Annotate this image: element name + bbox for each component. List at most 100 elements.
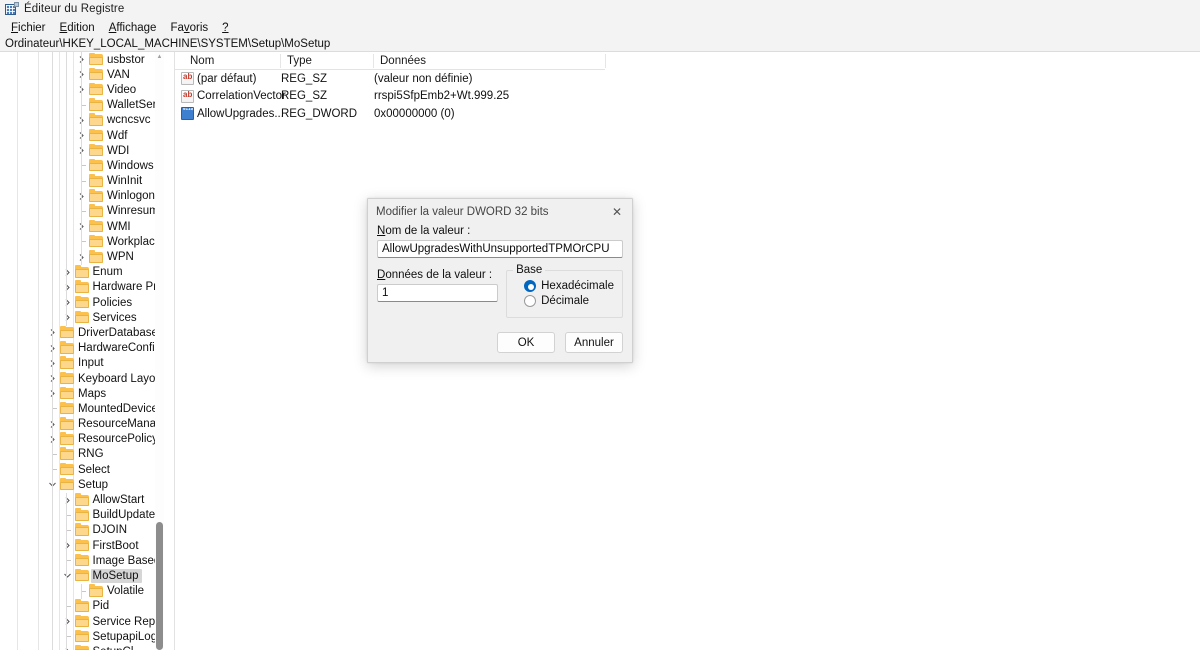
tree-node-hardware-profiles[interactable]: Hardware Profiles xyxy=(0,280,163,295)
tree-node-enum[interactable]: Enum xyxy=(0,265,163,280)
tree-node-resourcemanager[interactable]: ResourceManager xyxy=(0,417,163,432)
ok-button[interactable]: OK xyxy=(497,332,555,353)
tree-node-label: Winlogon xyxy=(107,190,155,203)
tree-node-services[interactable]: Services xyxy=(0,310,163,325)
chevron-right-icon[interactable] xyxy=(76,82,87,97)
tree-node-allowstart[interactable]: AllowStart xyxy=(0,492,163,507)
tree-node-setup[interactable]: Setup xyxy=(0,477,163,492)
chevron-down-icon[interactable] xyxy=(47,477,58,492)
cancel-button[interactable]: Annuler xyxy=(565,332,623,353)
chevron-right-icon[interactable] xyxy=(47,325,58,340)
tree-node-volatile[interactable]: Volatile xyxy=(0,584,163,599)
chevron-right-icon[interactable] xyxy=(76,52,87,67)
tree-node-keyboard-layout[interactable]: Keyboard Layout xyxy=(0,371,163,386)
chevron-right-icon[interactable] xyxy=(47,386,58,401)
chevron-right-icon[interactable] xyxy=(47,356,58,371)
tree-node-van[interactable]: VAN xyxy=(0,67,163,82)
tree-node-wcncsvc[interactable]: wcncsvc xyxy=(0,113,163,128)
scrollbar-thumb[interactable] xyxy=(156,522,163,650)
tree-node-service-reporting[interactable]: Service Reporting xyxy=(0,614,163,629)
chevron-right-icon[interactable] xyxy=(62,538,73,553)
tree-node-wininit[interactable]: WinInit xyxy=(0,174,163,189)
chevron-right-icon[interactable] xyxy=(76,219,87,234)
tree-node-windows[interactable]: Windows xyxy=(0,158,163,173)
chevron-right-icon[interactable] xyxy=(62,295,73,310)
folder-icon xyxy=(74,493,89,506)
chevron-right-icon[interactable] xyxy=(76,67,87,82)
chevron-right-icon[interactable] xyxy=(62,265,73,280)
tree-node-select[interactable]: Select xyxy=(0,462,163,477)
tree-node-label: Policies xyxy=(92,296,133,309)
tree-guide-line xyxy=(76,98,87,113)
tree-node-hardwareconfig[interactable]: HardwareConfig xyxy=(0,341,163,356)
tree-node-setupapilogstatu[interactable]: SetupapiLogStatu xyxy=(0,629,163,644)
menu-help[interactable]: ? xyxy=(215,21,235,35)
address-bar[interactable]: Ordinateur\HKEY_LOCAL_MACHINE\SYSTEM\Set… xyxy=(0,36,1200,52)
tree-node-maps[interactable]: Maps xyxy=(0,386,163,401)
value-name-input[interactable]: AllowUpgradesWithUnsupportedTPMOrCPU xyxy=(377,240,623,258)
values-row[interactable]: (par défaut) REG_SZ (valeur non définie) xyxy=(175,70,1200,88)
tree-node-usbstor[interactable]: usbstor xyxy=(0,52,163,67)
menu-affichage[interactable]: Affichage xyxy=(102,21,164,35)
chevron-right-icon[interactable] xyxy=(47,417,58,432)
radio-decimal[interactable]: Décimale xyxy=(524,295,614,307)
values-row[interactable]: CorrelationVectorREG_SZ rrspi5SfpEmb2+Wt.… xyxy=(175,88,1200,106)
chevron-right-icon[interactable] xyxy=(76,143,87,158)
tree-node-firstboot[interactable]: FirstBoot xyxy=(0,538,163,553)
close-icon[interactable]: ✕ xyxy=(602,199,632,225)
column-header-data[interactable]: Données xyxy=(373,52,605,70)
tree-node-winlogon[interactable]: Winlogon xyxy=(0,189,163,204)
tree-node-image-based-setu[interactable]: Image Based Setu xyxy=(0,553,163,568)
column-divider[interactable] xyxy=(605,54,606,68)
tree-node-buildupdate[interactable]: BuildUpdate xyxy=(0,508,163,523)
value-data-input[interactable]: 1 xyxy=(377,284,499,302)
radio-hexadecimal-indicator[interactable] xyxy=(524,280,537,292)
tree-node-driverdatabase[interactable]: DriverDatabase xyxy=(0,325,163,340)
base-group-label: Base xyxy=(513,264,546,276)
tree-node-winresume[interactable]: Winresume xyxy=(0,204,163,219)
chevron-right-icon[interactable] xyxy=(76,113,87,128)
chevron-right-icon[interactable] xyxy=(62,310,73,325)
tree-node-workplacejoin[interactable]: WorkplaceJoin xyxy=(0,234,163,249)
tree-node-resourcepolicystore[interactable]: ResourcePolicyStore xyxy=(0,432,163,447)
registry-tree[interactable]: usbstor VAN Video WalletServicewcncsvc Wdf WD… xyxy=(0,52,163,650)
tree-connector-line xyxy=(66,492,67,650)
tree-node-rng[interactable]: RNG xyxy=(0,447,163,462)
tree-vertical-scrollbar[interactable]: ▲ xyxy=(155,52,164,650)
chevron-right-icon[interactable] xyxy=(47,432,58,447)
scroll-up-arrow-icon[interactable]: ▲ xyxy=(155,52,164,61)
tree-node-djoin[interactable]: DJOIN xyxy=(0,523,163,538)
chevron-right-icon[interactable] xyxy=(62,493,73,508)
chevron-right-icon[interactable] xyxy=(76,250,87,265)
chevron-right-icon[interactable] xyxy=(62,280,73,295)
chevron-right-icon[interactable] xyxy=(62,644,73,650)
menu-favoris[interactable]: Favoris xyxy=(163,21,215,35)
tree-node-label: VAN xyxy=(107,68,130,81)
chevron-right-icon[interactable] xyxy=(76,128,87,143)
tree-node-input[interactable]: Input xyxy=(0,356,163,371)
tree-node-pid[interactable]: Pid xyxy=(0,599,163,614)
column-header-type[interactable]: Type xyxy=(280,52,373,70)
tree-node-mounteddevices[interactable]: MountedDevices xyxy=(0,401,163,416)
tree-node-wdf[interactable]: Wdf xyxy=(0,128,163,143)
tree-node-wpn[interactable]: WPN xyxy=(0,249,163,264)
menu-edition[interactable]: Edition xyxy=(53,21,102,35)
tree-node-policies[interactable]: Policies xyxy=(0,295,163,310)
chevron-right-icon[interactable] xyxy=(76,189,87,204)
tree-node-setupcl[interactable]: SetupCl xyxy=(0,644,163,650)
values-row[interactable]: AllowUpgrades...REG_DWORD 0x00000000 (0) xyxy=(175,105,1200,123)
values-list[interactable]: (par défaut) REG_SZ (valeur non définie) Co… xyxy=(175,70,1200,123)
chevron-right-icon[interactable] xyxy=(47,341,58,356)
column-header-name[interactable]: Nom xyxy=(183,52,280,70)
menu-fichier[interactable]: Fichier xyxy=(4,21,53,35)
tree-node-walletservice[interactable]: WalletService xyxy=(0,98,163,113)
tree-node-video[interactable]: Video xyxy=(0,82,163,97)
tree-node-wmi[interactable]: WMI xyxy=(0,219,163,234)
radio-decimal-indicator[interactable] xyxy=(524,295,537,307)
tree-node-mosetup[interactable]: MoSetup xyxy=(0,568,163,583)
chevron-right-icon[interactable] xyxy=(47,371,58,386)
tree-node-wdi[interactable]: WDI xyxy=(0,143,163,158)
chevron-down-icon[interactable] xyxy=(62,568,73,583)
radio-hexadecimal[interactable]: Hexadécimale xyxy=(524,280,614,292)
chevron-right-icon[interactable] xyxy=(62,614,73,629)
